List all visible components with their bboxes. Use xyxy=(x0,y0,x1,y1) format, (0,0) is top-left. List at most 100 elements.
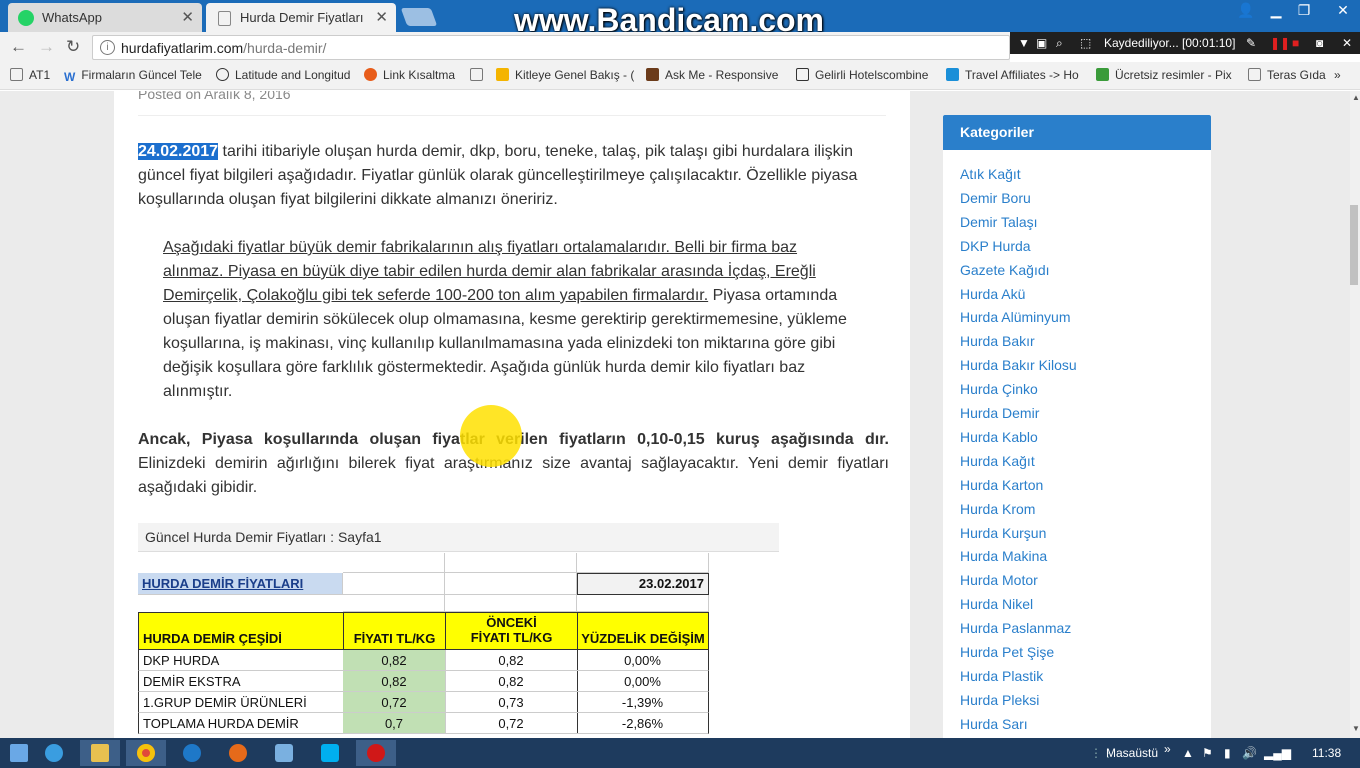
maximize-button[interactable]: ❐ xyxy=(1290,0,1318,20)
forward-icon[interactable]: → xyxy=(38,37,55,57)
category-link[interactable]: Gazete Kağıdı xyxy=(960,262,1050,278)
close-tab-icon[interactable]: ✕ xyxy=(375,8,388,26)
stop-icon[interactable]: ■ xyxy=(1292,36,1299,50)
category-link[interactable]: Hurda Karton xyxy=(960,477,1043,493)
sheet-header: Güncel Hurda Demir Fiyatları : Sayfa1 xyxy=(138,523,779,552)
category-link[interactable]: Hurda Bakır Kilosu xyxy=(960,357,1077,373)
network-icon[interactable]: ▂▄▆ xyxy=(1264,746,1291,760)
category-link[interactable]: Hurda Çinko xyxy=(960,381,1038,397)
hp-icon[interactable] xyxy=(172,740,212,766)
category-link[interactable]: Hurda Motor xyxy=(960,572,1038,588)
window-icon[interactable]: ▣ xyxy=(1036,36,1047,50)
scroll-down-icon[interactable]: ▼ xyxy=(1352,724,1360,733)
browser-toolbar: ← → ↻ i hurdafiyatlarim.com/hurda-demir/ xyxy=(0,32,1010,62)
close-window-button[interactable]: ✕ xyxy=(1326,0,1360,20)
show-hidden-icons-icon[interactable]: ▲ xyxy=(1182,746,1194,760)
firefox-icon[interactable] xyxy=(218,740,258,766)
more-bookmarks-icon[interactable]: » xyxy=(1334,68,1350,84)
bookmark-item[interactable]: Ask Me - Responsive xyxy=(646,68,780,84)
category-link[interactable]: Hurda Kablo xyxy=(960,429,1038,445)
desktop-label[interactable]: Masaüstü xyxy=(1106,746,1158,760)
empty-cell xyxy=(343,573,445,595)
category-link[interactable]: Hurda Makina xyxy=(960,548,1047,564)
action-center-icon[interactable]: ⚑ xyxy=(1202,746,1213,760)
scrollbar-thumb[interactable] xyxy=(1350,205,1358,285)
bookmark-item[interactable]: Teras Gıda xyxy=(1248,68,1326,84)
category-link[interactable]: Hurda Akü xyxy=(960,286,1025,302)
bookmark-item[interactable]: AT1 xyxy=(10,68,58,84)
start-button[interactable] xyxy=(0,740,36,766)
page-icon[interactable] xyxy=(470,68,490,84)
camera-icon[interactable]: ◙ xyxy=(1316,36,1323,50)
category-link[interactable]: Hurda Pet Şişe xyxy=(960,644,1054,660)
ie-icon[interactable] xyxy=(34,740,74,766)
bookmark-item[interactable]: Kitleye Genel Bakış - ( xyxy=(496,68,634,84)
close-tab-icon[interactable]: ✕ xyxy=(181,8,194,26)
category-link[interactable]: Hurda Plastik xyxy=(960,668,1043,684)
categories-sidebar: Kategoriler Atık Kağıt Demir Boru Demir Ta… xyxy=(943,115,1211,738)
category-link[interactable]: Hurda Paslanmaz xyxy=(960,620,1071,636)
bookmark-item[interactable]: Ücretsiz resimler - Pix xyxy=(1096,68,1236,84)
zoom-icon[interactable]: ⌕ xyxy=(1056,36,1063,51)
category-link[interactable]: Hurda Bakır xyxy=(960,333,1035,349)
prev-price-cell: 0,73 xyxy=(445,692,578,713)
bookmark-item[interactable]: Latitude and Longitud xyxy=(216,68,352,84)
category-link[interactable]: Demir Boru xyxy=(960,190,1031,206)
category-link[interactable]: Hurda Krom xyxy=(960,501,1035,517)
bookmark-item[interactable]: Gelirli Hotelscombine xyxy=(796,68,934,84)
category-link[interactable]: Hurda Pleksi xyxy=(960,692,1039,708)
embedded-spreadsheet[interactable]: Güncel Hurda Demir Fiyatları : Sayfa1 HU… xyxy=(138,523,779,738)
category-link[interactable]: Hurda Kurşun xyxy=(960,525,1046,541)
category-link[interactable]: Hurda Nikel xyxy=(960,596,1033,612)
column-header: HURDA DEMİR ÇEŞİDİ xyxy=(138,612,344,650)
desktop-chevron[interactable]: » xyxy=(1164,742,1171,756)
row-name: DKP HURDA xyxy=(138,650,344,671)
tab-hurda-demir[interactable]: Hurda Demir Fiyatları |Gü ✕ xyxy=(206,3,396,32)
empty-cell xyxy=(445,553,577,573)
empty-cell xyxy=(343,553,445,573)
minimize-button[interactable]: ▁ xyxy=(1262,0,1290,20)
scroll-up-icon[interactable]: ▲ xyxy=(1352,93,1360,102)
price-cell: 0,82 xyxy=(343,671,446,692)
chrome-icon[interactable] xyxy=(126,740,166,766)
row-name: DEMİR EKSTRA xyxy=(138,671,344,692)
category-link[interactable]: DKP Hurda xyxy=(960,238,1031,254)
region-icon[interactable]: ⬚ xyxy=(1080,36,1091,50)
recording-status: Kaydediliyor... [00:01:10] xyxy=(1104,36,1236,50)
prev-price-cell: 0,82 xyxy=(445,671,578,692)
bandicam-icon[interactable] xyxy=(356,740,396,766)
category-link[interactable]: Atık Kağıt xyxy=(960,166,1021,182)
category-link[interactable]: Hurda Demir xyxy=(960,405,1039,421)
file-explorer-icon[interactable] xyxy=(80,740,120,766)
url-text: hurdafiyatlarim.com/hurda-demir/ xyxy=(121,40,327,56)
category-link[interactable]: Demir Talaşı xyxy=(960,214,1038,230)
new-tab-button[interactable] xyxy=(400,8,438,26)
scrollbar[interactable]: ▲ ▼ xyxy=(1350,91,1360,738)
change-cell: -1,39% xyxy=(577,692,709,713)
category-link[interactable]: Hurda Kağıt xyxy=(960,453,1035,469)
pencil-icon[interactable]: ✎ xyxy=(1246,36,1256,50)
category-link[interactable]: Hurda Alüminyum xyxy=(960,309,1071,325)
address-bar[interactable]: i hurdafiyatlarim.com/hurda-demir/ xyxy=(92,35,1010,60)
skype-icon[interactable] xyxy=(310,740,350,766)
volume-icon[interactable]: 🔊 xyxy=(1242,746,1257,760)
pause-icon[interactable]: ❚❚ xyxy=(1270,36,1290,50)
tab-title: Hurda Demir Fiyatları |Gü xyxy=(240,10,368,25)
tab-whatsapp[interactable]: WhatsApp ✕ xyxy=(8,3,202,32)
reload-icon[interactable]: ↻ xyxy=(66,37,80,57)
bookmark-item[interactable]: W Firmaların Güncel Tele xyxy=(64,68,202,84)
clock[interactable]: 11:38 xyxy=(1312,746,1341,760)
back-icon[interactable]: ← xyxy=(10,37,27,57)
empty-cell xyxy=(343,595,445,612)
row-name: TOPLAMA HURDA DEMİR xyxy=(138,713,344,734)
network-app-icon[interactable] xyxy=(264,740,304,766)
user-icon[interactable]: 👤 xyxy=(1232,0,1260,20)
bookmark-item[interactable]: Link Kısaltma xyxy=(364,68,464,84)
dropdown-icon[interactable]: ▼ xyxy=(1018,36,1030,50)
power-icon[interactable]: ▮ xyxy=(1224,746,1231,760)
close-icon[interactable]: ✕ xyxy=(1342,36,1352,50)
column-header: FİYATI TL/KG xyxy=(343,612,446,650)
category-link[interactable]: Hurda Sarı xyxy=(960,716,1028,732)
bookmark-item[interactable]: Travel Affiliates -> Ho xyxy=(946,68,1082,84)
info-icon[interactable]: i xyxy=(100,40,115,55)
